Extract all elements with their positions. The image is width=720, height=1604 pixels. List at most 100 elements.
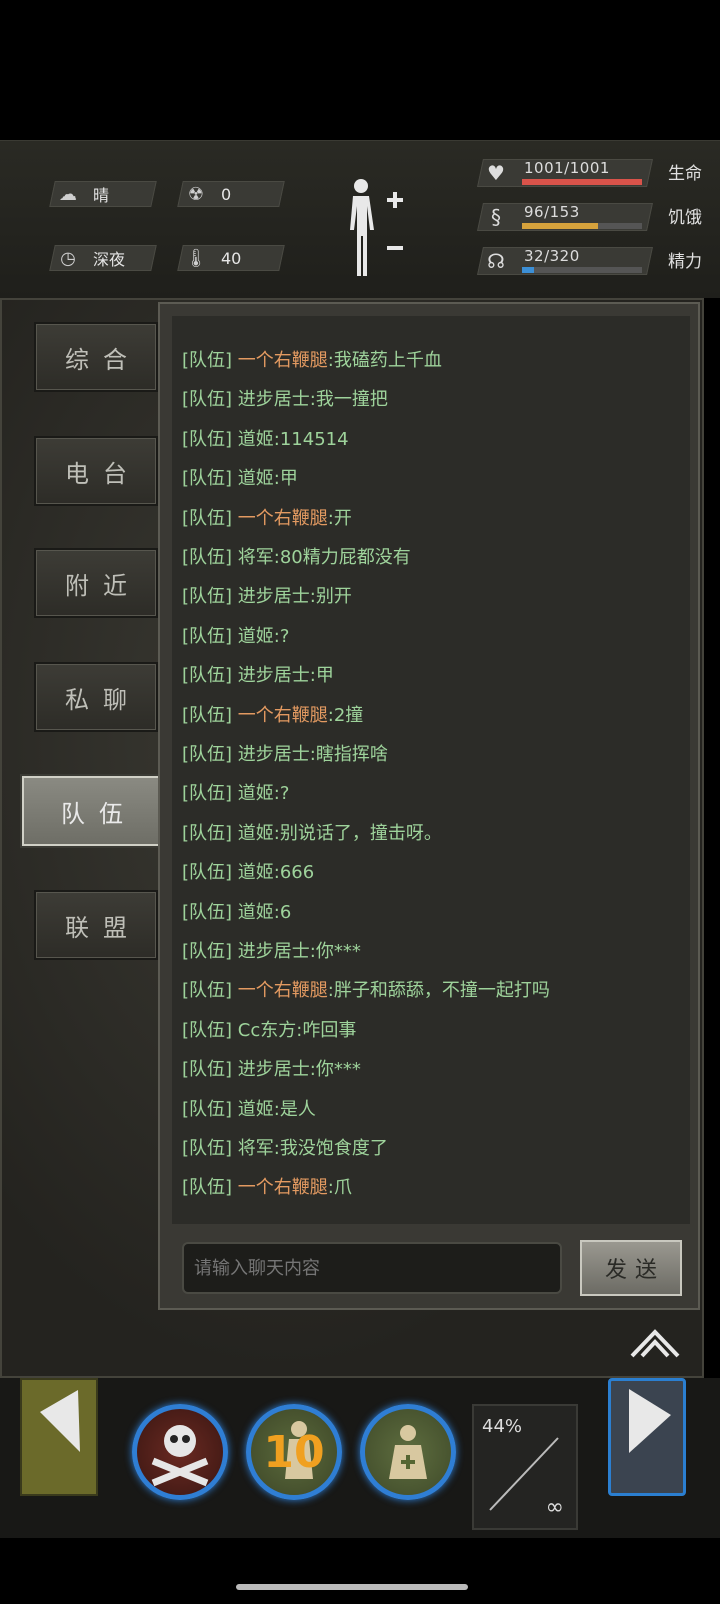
chat-channel-tag: [队伍] (182, 350, 233, 371)
chat-text: 6 (279, 901, 292, 923)
hunger-bar: § 96/153 饥饿 (477, 199, 702, 233)
tab-5[interactable]: 联盟 (34, 890, 158, 960)
chat-message: [队伍] 一个右鞭腿:爪 (182, 1173, 352, 1199)
body-status-figure[interactable] (343, 176, 413, 280)
energy-value: 32/320 (524, 247, 580, 265)
chat-sender[interactable]: 一个右鞭腿 (238, 350, 328, 371)
hunger-label: 饥饿 (668, 208, 702, 228)
home-indicator[interactable] (236, 1584, 468, 1590)
skill-heal-button[interactable] (360, 1404, 456, 1500)
chat-sender[interactable]: 一个右鞭腿 (238, 980, 328, 1001)
weather-value: 晴 (93, 186, 110, 205)
chat-channel-tag: [队伍] (182, 1019, 233, 1041)
chat-log[interactable]: [队伍] 一个右鞭腿:我磕药上千血 [队伍] 进步居士:我一撞把 [队伍] 道姬:1… (172, 316, 690, 1224)
chat-sender[interactable]: 一个右鞭腿 (238, 508, 328, 529)
chat-message: [队伍] 道姬:甲 (182, 464, 298, 490)
chat-text: 瞎指挥啥 (315, 744, 388, 765)
tab-2[interactable]: 附近 (34, 548, 158, 618)
chat-text: 我一撞把 (315, 389, 388, 411)
time-value: 深夜 (93, 250, 126, 269)
chat-sender[interactable]: 道姬 (238, 823, 274, 844)
chat-sender[interactable]: 将军 (238, 1138, 274, 1159)
chat-text: 2撞 (333, 704, 364, 726)
chat-sender[interactable]: 进步居士 (238, 665, 310, 686)
chat-sender[interactable]: 道姬 (238, 1099, 274, 1120)
tab-0[interactable]: 综合 (34, 322, 158, 392)
chat-text: 别说话了，撞击呀。 (279, 822, 442, 844)
chat-channel-tag: [队伍] (182, 625, 233, 647)
hunger-value: 96/153 (524, 203, 580, 221)
chat-text: 你*** (315, 1059, 361, 1081)
chat-message: [队伍] 一个右鞭腿:胖子和舔舔，不撞一起打吗 (182, 976, 550, 1002)
collapse-chevron-icon[interactable] (630, 1326, 680, 1360)
chat-message: [队伍] 进步居士:你*** (182, 1055, 361, 1081)
chat-message: [队伍] 进步居士:别开 (182, 582, 352, 608)
chat-text: 甲 (315, 665, 334, 687)
cloud-sun-icon: ☁ (59, 183, 77, 205)
chat-channel-tag: [队伍] (182, 665, 233, 687)
brain-icon: ☊ (487, 249, 505, 273)
chat-sender[interactable]: 道姬 (238, 783, 274, 804)
chat-sender[interactable]: 进步居士 (238, 941, 310, 962)
chat-message: [队伍] 道姬:6 (182, 898, 291, 924)
chat-sender[interactable]: 道姬 (238, 468, 274, 489)
action-bar: 10 44% ∞ (0, 1378, 720, 1538)
chat-message: [队伍] 道姬:别说话了，撞击呀。 (182, 819, 442, 845)
chat-message: [队伍] 将军:80精力屁都没有 (182, 543, 411, 569)
chat-text: ? (279, 625, 290, 647)
chat-sender[interactable]: 一个右鞭腿 (238, 1177, 328, 1198)
weather-chip: ☁ 晴 (49, 181, 157, 207)
chat-text: 我没饱食度了 (279, 1138, 388, 1159)
chat-text: 爪 (333, 1177, 352, 1199)
chat-sender[interactable]: 进步居士 (238, 389, 310, 410)
energy-bar: ☊ 32/320 精力 (477, 243, 702, 277)
tab-1[interactable]: 电台 (34, 436, 158, 506)
weapon-slot[interactable]: 44% ∞ (472, 1404, 578, 1530)
skill-poison-button[interactable] (132, 1404, 228, 1500)
chat-sender[interactable]: 一个右鞭腿 (238, 705, 328, 726)
prev-page-button[interactable] (20, 1378, 98, 1496)
tab-4[interactable]: 队伍 (22, 776, 162, 846)
chat-message: [队伍] 进步居士:我一撞把 (182, 385, 388, 411)
chat-text: ? (279, 783, 290, 805)
chat-channel-tag: [队伍] (182, 862, 233, 884)
chat-sender[interactable]: 道姬 (238, 429, 274, 450)
weapon-stick-icon (489, 1437, 559, 1511)
chat-text: 别开 (315, 586, 352, 608)
temperature-chip: 🌡 40 (177, 245, 285, 271)
chat-channel-tag: [队伍] (182, 428, 233, 450)
radiation-icon: ☢ (187, 183, 205, 205)
stomach-icon: § (491, 205, 501, 229)
chat-channel-tag: [队伍] (182, 1059, 233, 1081)
chat-input[interactable] (182, 1242, 562, 1294)
arrow-left-icon (40, 1390, 80, 1452)
chat-sender[interactable]: 道姬 (238, 862, 274, 883)
radiation-value: 0 (221, 184, 232, 204)
chat-channel-tag: [队伍] (182, 744, 233, 765)
heal-figure-icon (389, 1425, 427, 1479)
chat-sender[interactable]: 道姬 (238, 902, 274, 923)
skill-summon-count: 10 (263, 1426, 325, 1478)
chat-message: [队伍] 道姬:? (182, 622, 289, 648)
chat-text: 是人 (279, 1098, 316, 1120)
next-page-button[interactable] (608, 1378, 686, 1496)
chat-channel-tag: [队伍] (182, 507, 233, 529)
arrow-right-icon (629, 1389, 671, 1453)
chat-channel-tag: [队伍] (182, 783, 233, 805)
chat-channel-tag: [队伍] (182, 468, 233, 490)
skill-summon-button[interactable]: 10 (246, 1404, 342, 1500)
send-button[interactable]: 发送 (580, 1240, 682, 1296)
chat-sender[interactable]: Cc东方 (238, 1020, 296, 1041)
chat-text: 我磕药上千血 (333, 350, 442, 371)
chat-channel-tag: [队伍] (182, 586, 233, 608)
weapon-ammo: ∞ (545, 1495, 564, 1520)
chat-sender[interactable]: 进步居士 (238, 744, 310, 765)
health-value: 1001/1001 (524, 159, 610, 177)
chat-text: 甲 (279, 468, 298, 490)
chat-message: [队伍] 进步居士:瞎指挥啥 (182, 740, 388, 766)
chat-sender[interactable]: 道姬 (238, 626, 274, 647)
chat-sender[interactable]: 将军 (238, 547, 274, 568)
chat-sender[interactable]: 进步居士 (238, 586, 310, 607)
chat-sender[interactable]: 进步居士 (238, 1059, 310, 1080)
tab-3[interactable]: 私聊 (34, 662, 158, 732)
